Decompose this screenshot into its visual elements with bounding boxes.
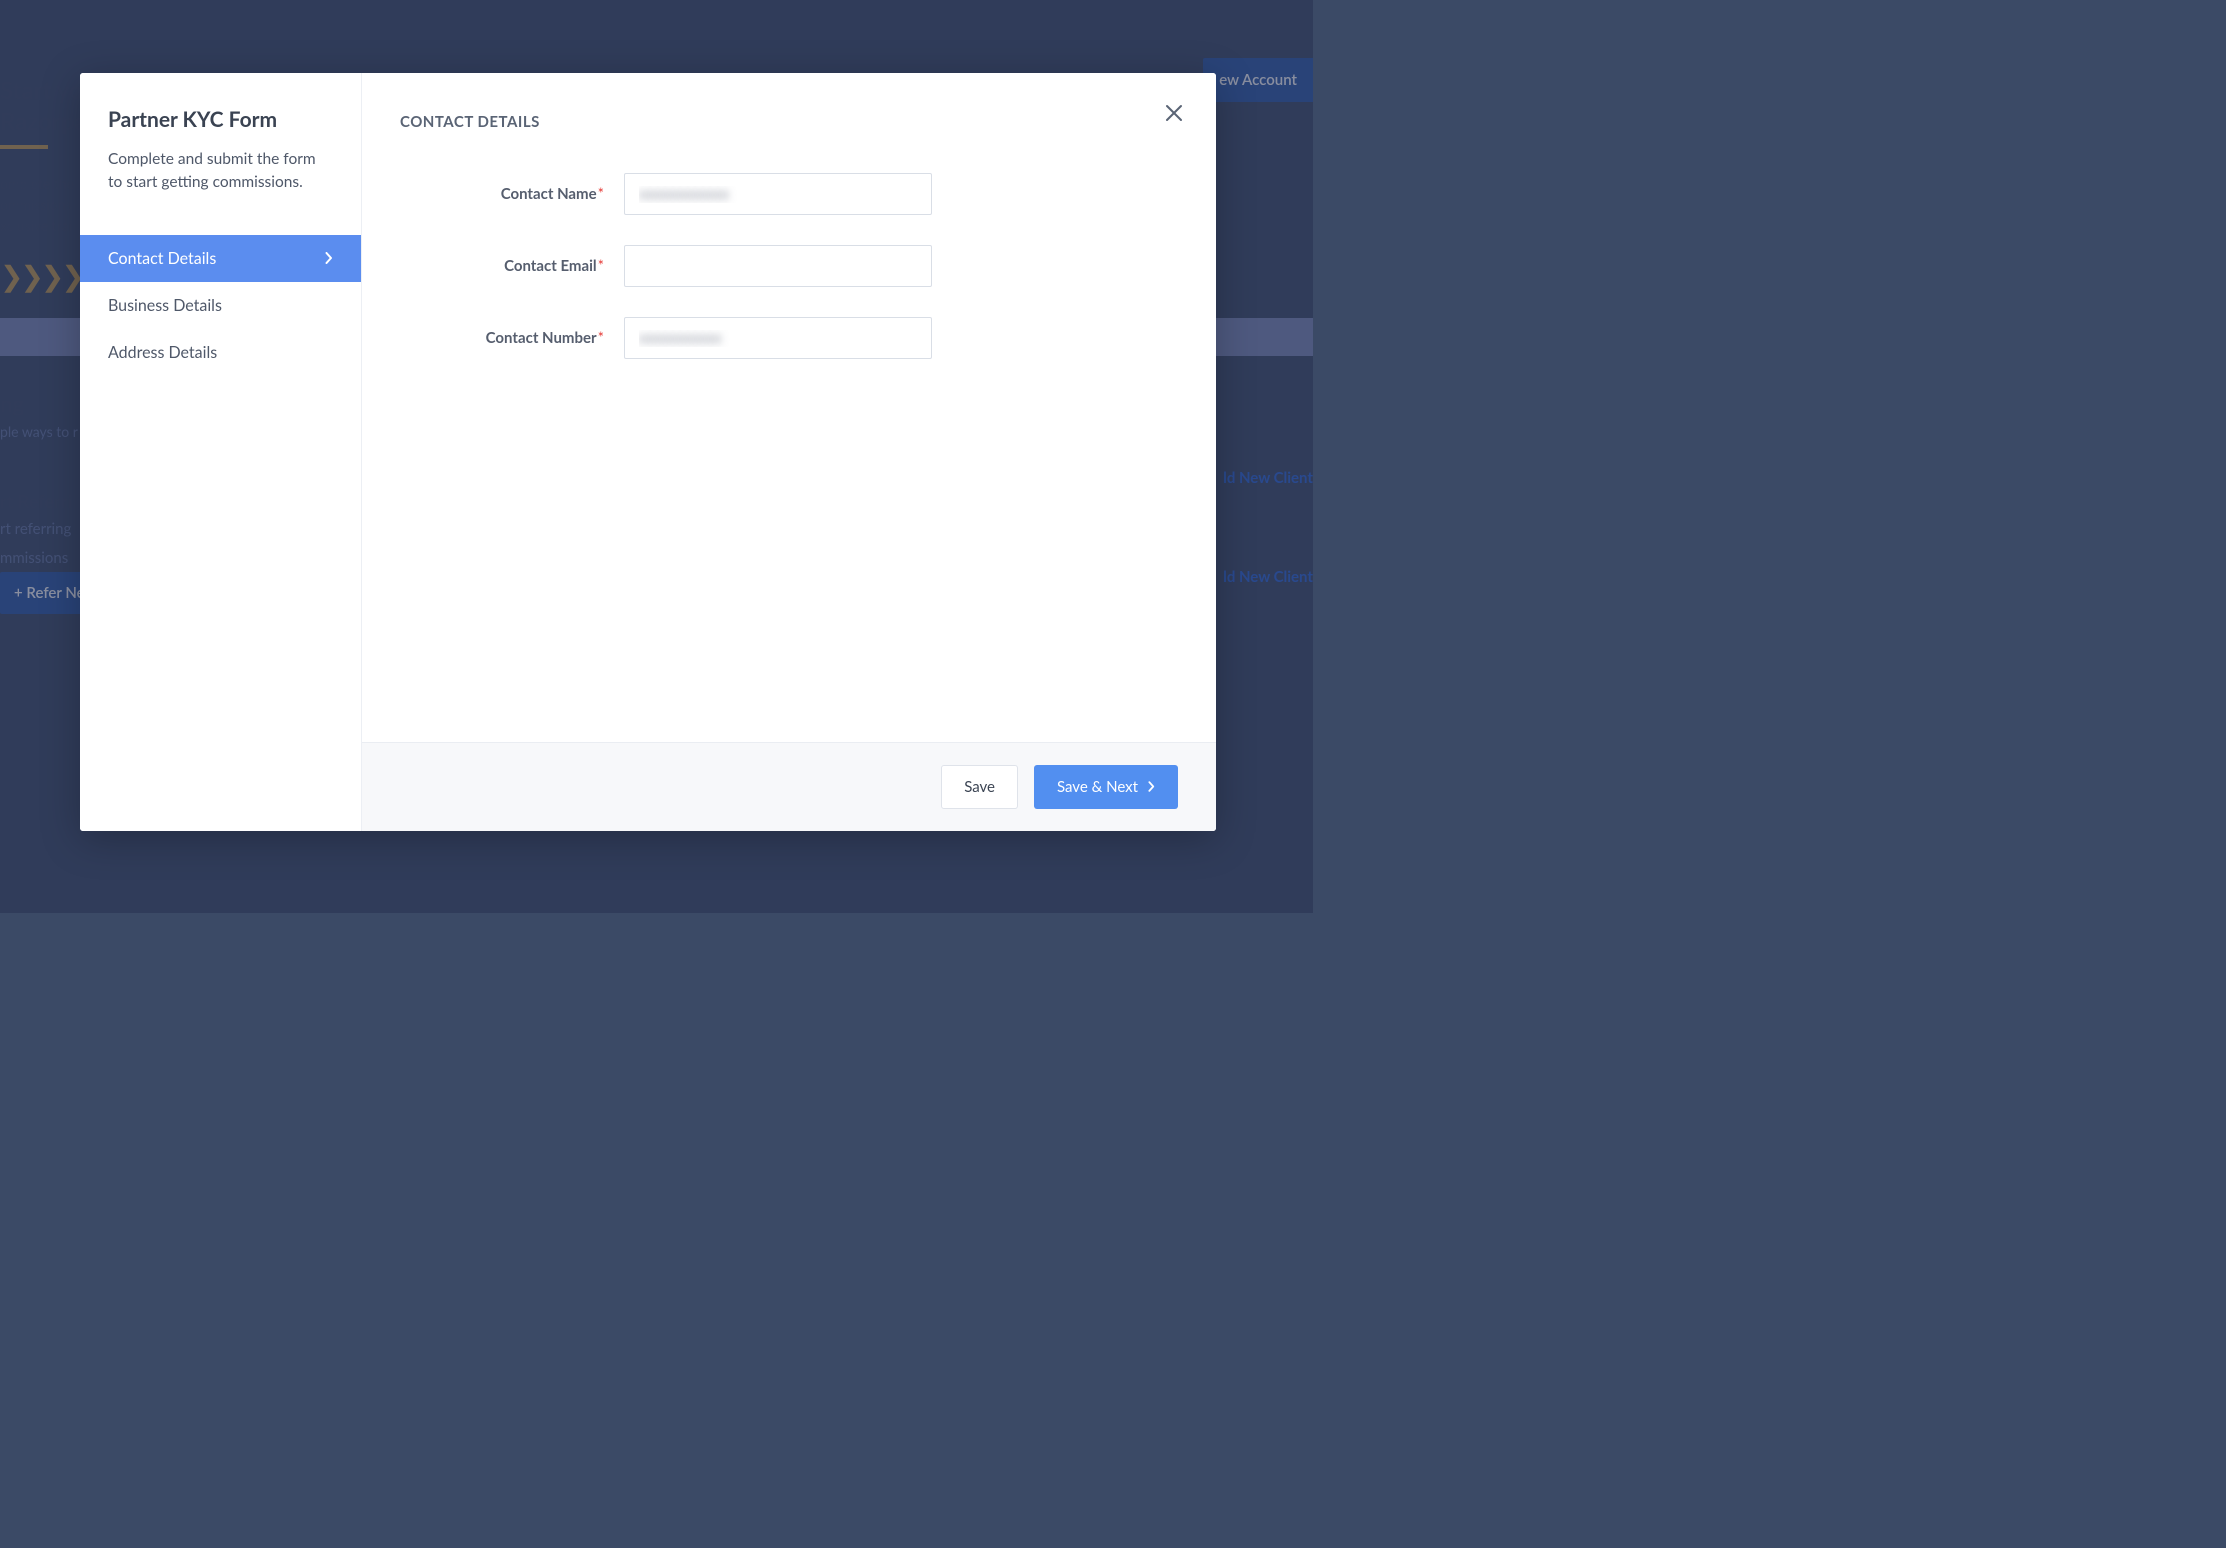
section-title: CONTACT DETAILS xyxy=(400,113,1178,131)
button-label: Save xyxy=(964,778,995,796)
form-row-contact-number: Contact Number* xyxy=(400,317,1178,359)
kyc-modal: Partner KYC Form Complete and submit the… xyxy=(80,73,1216,831)
chevron-right-icon xyxy=(325,250,333,267)
contact-email-label: Contact Email* xyxy=(400,257,624,275)
nav-contact-details[interactable]: Contact Details xyxy=(80,235,361,282)
modal-sidebar: Partner KYC Form Complete and submit the… xyxy=(80,73,362,831)
chevron-right-icon xyxy=(1148,779,1155,795)
sidebar-header: Partner KYC Form Complete and submit the… xyxy=(80,73,361,221)
sidebar-nav: Contact Details Business Details Address… xyxy=(80,235,361,376)
label-text: Contact Number xyxy=(486,329,597,347)
contact-number-input[interactable] xyxy=(624,317,932,359)
nav-business-details[interactable]: Business Details xyxy=(80,282,361,329)
save-next-button[interactable]: Save & Next xyxy=(1034,765,1178,809)
nav-item-label: Business Details xyxy=(108,296,222,315)
form-row-contact-name: Contact Name* xyxy=(400,173,1178,215)
form-row-contact-email: Contact Email* xyxy=(400,245,1178,287)
sidebar-title: Partner KYC Form xyxy=(108,107,333,132)
modal-main: CONTACT DETAILS Contact Name* Contact Em… xyxy=(362,73,1216,831)
label-text: Contact Email xyxy=(504,257,597,275)
contact-email-input[interactable] xyxy=(624,245,932,287)
nav-item-label: Address Details xyxy=(108,343,217,362)
contact-form: Contact Name* Contact Email* Contact Num… xyxy=(400,173,1178,359)
button-label: Save & Next xyxy=(1057,778,1138,796)
required-asterisk: * xyxy=(598,329,604,347)
required-asterisk: * xyxy=(598,185,604,203)
contact-name-input[interactable] xyxy=(624,173,932,215)
sidebar-description: Complete and submit the form to start ge… xyxy=(108,148,333,195)
modal-body: CONTACT DETAILS Contact Name* Contact Em… xyxy=(362,73,1216,742)
close-icon xyxy=(1162,101,1186,125)
required-asterisk: * xyxy=(598,257,604,275)
contact-number-label: Contact Number* xyxy=(400,329,624,347)
label-text: Contact Name xyxy=(501,185,597,203)
close-button[interactable] xyxy=(1162,101,1186,125)
nav-address-details[interactable]: Address Details xyxy=(80,329,361,376)
modal-footer: Save Save & Next xyxy=(362,742,1216,831)
contact-name-label: Contact Name* xyxy=(400,185,624,203)
nav-item-label: Contact Details xyxy=(108,249,216,268)
save-button[interactable]: Save xyxy=(941,765,1018,809)
